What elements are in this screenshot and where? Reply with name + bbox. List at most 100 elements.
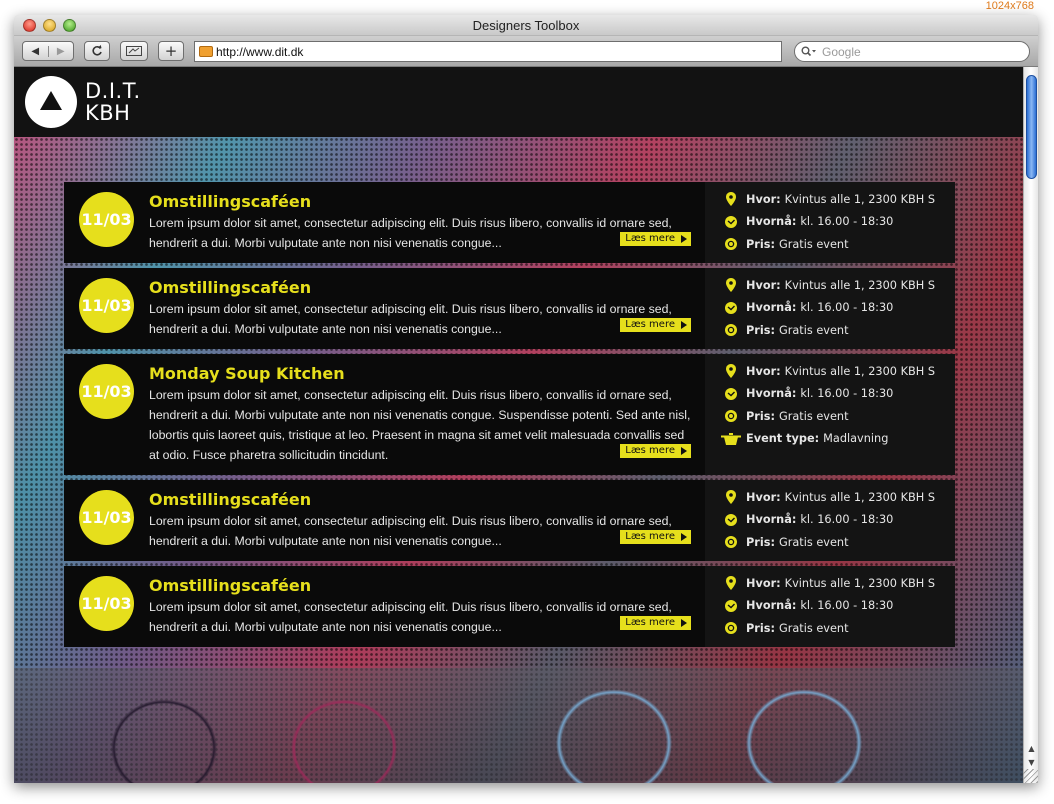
event-item: 11/03 Omstillingscaféen Lorem ipsum dolo… <box>64 268 955 349</box>
reload-button[interactable] <box>84 41 110 61</box>
nav-buttons: ◀ ▶ <box>22 41 74 61</box>
search-placeholder: Google <box>822 44 861 59</box>
read-more-label: Læs mere <box>625 531 675 542</box>
browser-toolbar: ◀ ▶ + http://www.dit.dk Google <box>14 36 1038 67</box>
date-badge: 11/03 <box>79 490 134 545</box>
info-where: Hvor: Kvintus alle 1, 2300 KBH S <box>725 572 955 595</box>
scrollbar-thumb[interactable] <box>1026 75 1037 179</box>
when-label: Hvornå: <box>746 301 797 315</box>
logo-line-1: D.I.T. <box>85 79 141 103</box>
read-more-label: Læs mere <box>625 617 675 628</box>
search-icon <box>801 46 816 57</box>
event-item: 11/03 Omstillingscaféen Lorem ipsum dolo… <box>64 182 955 263</box>
where-value: Kvintus alle 1, 2300 KBH S <box>784 192 935 206</box>
read-more-button[interactable]: Læs mere <box>620 232 691 246</box>
event-item: 11/03 Omstillingscaféen Lorem ipsum dolo… <box>64 566 955 647</box>
event-main: 11/03 Omstillingscaféen Lorem ipsum dolo… <box>64 182 705 263</box>
snapback-button[interactable] <box>120 41 148 61</box>
info-when: Hvornå: kl. 16.00 - 18:30 <box>725 297 955 320</box>
price-value: Gratis event <box>778 409 849 423</box>
event-title[interactable]: Omstillingscaféen <box>149 192 705 212</box>
read-more-button[interactable]: Læs mere <box>620 444 691 458</box>
arrow-right-icon <box>681 618 687 627</box>
event-title[interactable]: Omstillingscaféen <box>149 490 705 510</box>
address-bar[interactable]: http://www.dit.dk <box>194 41 782 62</box>
price-label: Pris: <box>746 409 775 423</box>
forward-icon[interactable]: ▶ <box>47 45 74 57</box>
info-when: Hvornå: kl. 16.00 - 18:30 <box>725 383 955 406</box>
where-value: Kvintus alle 1, 2300 KBH S <box>784 576 935 590</box>
info-where: Hvor: Kvintus alle 1, 2300 KBH S <box>725 274 955 297</box>
read-more-label: Læs mere <box>625 319 675 330</box>
info-where: Hvor: Kvintus alle 1, 2300 KBH S <box>725 188 955 211</box>
event-info: Hvor: Kvintus alle 1, 2300 KBH S Hvornå: k… <box>705 566 955 647</box>
read-more-label: Læs mere <box>625 445 675 456</box>
clock-icon <box>725 513 737 527</box>
search-field[interactable]: Google <box>794 41 1030 62</box>
event-list: 11/03 Omstillingscaféen Lorem ipsum dolo… <box>64 182 955 652</box>
event-title[interactable]: Omstillingscaféen <box>149 576 705 596</box>
when-label: Hvornå: <box>746 599 797 613</box>
date-badge: 11/03 <box>79 576 134 631</box>
read-more-button[interactable]: Læs mere <box>620 530 691 544</box>
resize-grip-icon[interactable] <box>1023 769 1038 783</box>
coin-icon <box>725 237 737 251</box>
when-label: Hvornå: <box>746 387 797 401</box>
date-badge: 11/03 <box>79 364 134 419</box>
info-when: Hvornå: kl. 16.00 - 18:30 <box>725 595 955 618</box>
info-when: Hvornå: kl. 16.00 - 18:30 <box>725 509 955 532</box>
info-when: Hvornå: kl. 16.00 - 18:30 <box>725 211 955 234</box>
page-viewport: D.I.T. KBH 11/03 Omstillingscaféen Lorem… <box>14 67 1023 783</box>
arrow-right-icon <box>681 532 687 541</box>
info-price: Pris: Gratis event <box>725 233 955 256</box>
screen-size-label: 1024x768 <box>985 0 1034 12</box>
map-pin-icon <box>725 192 737 207</box>
price-label: Pris: <box>746 237 775 251</box>
scroll-down-icon[interactable]: ▼ <box>1028 758 1034 767</box>
back-icon[interactable]: ◀ <box>23 46 48 57</box>
map-pin-icon <box>725 364 737 379</box>
snapback-icon <box>126 46 142 56</box>
where-label: Hvor: <box>746 490 781 504</box>
clock-icon <box>725 215 737 229</box>
price-label: Pris: <box>746 535 775 549</box>
when-label: Hvornå: <box>746 513 797 527</box>
scroll-up-icon[interactable]: ▲ <box>1028 744 1034 753</box>
price-value: Gratis event <box>778 535 849 549</box>
where-label: Hvor: <box>746 364 781 378</box>
event-item: 11/03 Omstillingscaféen Lorem ipsum dolo… <box>64 480 955 561</box>
price-value: Gratis event <box>778 621 849 635</box>
price-value: Gratis event <box>778 323 849 337</box>
price-label: Pris: <box>746 323 775 337</box>
clock-icon <box>725 301 737 315</box>
event-info: Hvor: Kvintus alle 1, 2300 KBH S Hvornå: k… <box>705 182 955 263</box>
info-price: Pris: Gratis event <box>725 531 955 554</box>
event-title[interactable]: Monday Soup Kitchen <box>149 364 705 384</box>
when-value: kl. 16.00 - 18:30 <box>800 599 894 613</box>
vertical-scrollbar[interactable]: ▲ ▼ <box>1023 67 1038 783</box>
info-where: Hvor: Kvintus alle 1, 2300 KBH S <box>725 486 955 509</box>
when-value: kl. 16.00 - 18:30 <box>800 215 894 229</box>
when-value: kl. 16.00 - 18:30 <box>800 301 894 315</box>
folder-icon <box>199 46 213 57</box>
site-logo[interactable]: D.I.T. KBH <box>25 76 141 128</box>
where-label: Hvor: <box>746 576 781 590</box>
when-value: kl. 16.00 - 18:30 <box>800 513 894 527</box>
info-where: Hvor: Kvintus alle 1, 2300 KBH S <box>725 360 955 383</box>
add-bookmark-button[interactable]: + <box>158 41 184 61</box>
where-value: Kvintus alle 1, 2300 KBH S <box>784 278 935 292</box>
event-info: Hvor: Kvintus alle 1, 2300 KBH S Hvornå: k… <box>705 354 955 475</box>
date-badge: 11/03 <box>79 192 134 247</box>
price-value: Gratis event <box>778 237 849 251</box>
event-title[interactable]: Omstillingscaféen <box>149 278 705 298</box>
event-type-label: Event type: <box>746 432 820 446</box>
read-more-button[interactable]: Læs mere <box>620 318 691 332</box>
info-price: Pris: Gratis event <box>725 405 955 428</box>
arrow-right-icon <box>681 234 687 243</box>
window-title: Designers Toolbox <box>472 18 580 33</box>
event-main: 11/03 Omstillingscaféen Lorem ipsum dolo… <box>64 268 705 349</box>
read-more-button[interactable]: Læs mere <box>620 616 691 630</box>
arrow-right-icon <box>681 320 687 329</box>
logo-text: D.I.T. KBH <box>85 80 141 124</box>
event-info: Hvor: Kvintus alle 1, 2300 KBH S Hvornå: k… <box>705 268 955 349</box>
